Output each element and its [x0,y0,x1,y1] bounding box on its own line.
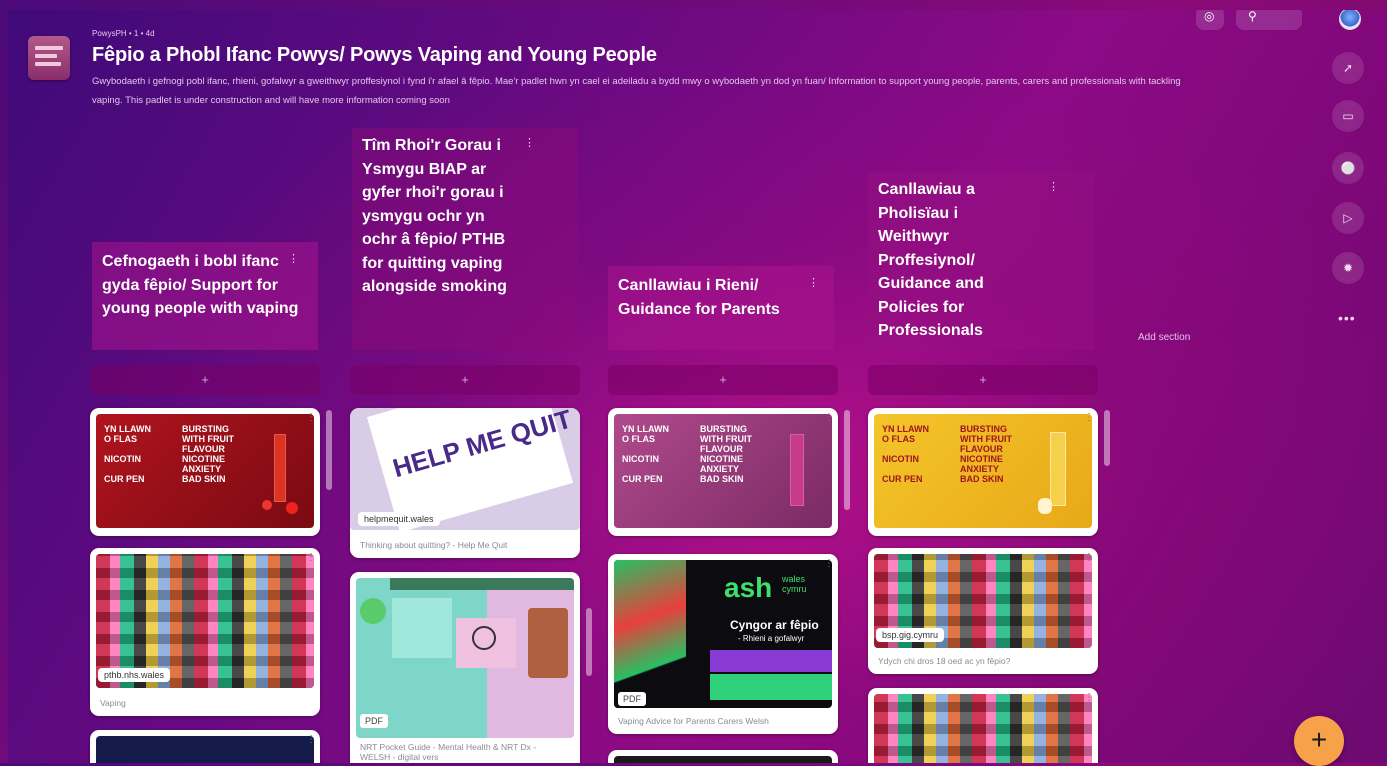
column-scrollbar[interactable] [844,410,850,510]
add-post-button[interactable]: + [608,365,838,395]
section-menu-icon[interactable]: ⋮ [808,272,819,296]
post-card[interactable]: ⋮ [90,730,320,763]
section-header-1[interactable]: Cefnogaeth i bobl ifanc gyda fêpio/ Supp… [92,242,318,350]
board-meta: PowysPH • 1 • 4d [92,29,155,38]
settings-button[interactable]: ✹ [1332,252,1364,284]
avatar[interactable] [1339,10,1361,30]
slideshow-icon: ▭ [1342,109,1354,123]
section-title: Tîm Rhoi'r Gorau i Ysmygu BIAP ar gyfer … [362,137,507,295]
post-file-type: PDF [618,692,646,706]
more-options[interactable]: ••• [1338,310,1356,326]
section-title: Canllawiau a Pholisïau i Weithwyr Proffe… [878,181,984,339]
post-card[interactable]: YN LLAWN O FLAS NICOTIN CUR PEN BURSTING… [868,408,1098,536]
post-image: ash wales cymru Cyngor ar fêpio - Rhieni… [614,560,832,708]
post-menu-icon[interactable]: ⋮ [306,734,316,745]
section-header-4[interactable]: Canllawiau a Pholisïau i Weithwyr Proffe… [868,172,1094,350]
search-button[interactable]: ⚲ [1236,10,1302,30]
column-scrollbar[interactable] [1104,410,1110,466]
board-description: Gwybodaeth i gefnogi pobl ifanc, rhieni,… [92,76,1181,106]
post-link-domain[interactable]: helpmequit.wales [358,512,440,526]
post-card[interactable]: ash wales cymru Cyngor ar fêpio - Rhieni… [608,554,838,734]
share-icon: ➚ [1342,61,1354,75]
settings-icon: ✹ [1342,261,1354,275]
bell-icon: ⚪ [1340,161,1356,175]
search-icon: ⚲ [1248,10,1257,23]
globe-button[interactable]: ◎ [1196,10,1224,30]
post-menu-icon[interactable]: ⋮ [824,412,834,423]
post-menu-icon[interactable]: ⋮ [824,558,834,569]
section-menu-icon[interactable]: ⋮ [288,248,299,272]
section-title: Cefnogaeth i bobl ifanc gyda fêpio/ Supp… [102,253,299,317]
add-post-fab[interactable]: + [1294,716,1344,766]
board-title: Fêpio a Phobl Ifanc Powys/ Powys Vaping … [92,44,657,66]
add-section-button[interactable]: Add section [1138,332,1190,343]
section-header-2[interactable]: Tîm Rhoi'r Gorau i Ysmygu BIAP ar gyfer … [352,128,578,350]
add-post-button[interactable]: + [868,365,1098,395]
post-caption: NRT Pocket Guide - Mental Health & NRT D… [360,742,537,762]
post-menu-icon[interactable]: ⋮ [1084,412,1094,423]
post-menu-icon[interactable]: ⋮ [1084,552,1094,563]
globe-icon: ◎ [1204,10,1215,23]
post-image [614,756,832,763]
add-post-button[interactable]: + [350,365,580,395]
post-card[interactable] [608,750,838,763]
post-image [96,736,314,763]
share-button[interactable]: ➚ [1332,52,1364,84]
add-post-button[interactable]: + [90,365,320,395]
post-caption: Thinking about quitting? - Help Me Quit [360,540,508,550]
post-caption: Vaping Advice for Parents Carers Welsh [618,716,769,726]
section-menu-icon[interactable]: ⋮ [524,132,535,156]
post-link-domain[interactable]: bsp.gig.cymru [876,628,945,642]
section-menu-icon[interactable]: ⋮ [1048,176,1059,200]
post-card[interactable]: bsp.gig.cymru Ydych chi dros 18 oed ac y… [868,548,1098,674]
section-header-3[interactable]: Canllawiau i Rieni/ Guidance for Parents… [608,266,834,350]
post-image [356,578,574,738]
post-file-type: PDF [360,714,388,728]
post-card[interactable]: YN LLAWN O FLAS NICOTIN CUR PEN BURSTING… [90,408,320,536]
column-scrollbar[interactable] [326,410,332,490]
notifications-button[interactable]: ⚪ [1332,152,1364,184]
post-menu-icon[interactable]: ⋮ [306,552,316,563]
column-scrollbar[interactable] [586,608,592,676]
play-button[interactable]: ▷ [1332,202,1364,234]
post-caption: Vaping [100,698,126,708]
post-card[interactable]: ⋮ [868,688,1098,763]
post-menu-icon[interactable]: ⋮ [306,412,316,423]
post-image: YN LLAWN O FLAS NICOTIN CUR PEN BURSTING… [96,414,314,528]
post-card[interactable]: HELP ME QUIT helpmequit.wales Thinking a… [350,408,580,558]
post-menu-icon[interactable]: ⋮ [1084,692,1094,703]
post-image [874,694,1092,763]
post-caption: Ydych chi dros 18 oed ac yn fêpio? [878,656,1011,666]
post-card[interactable]: pthb.nhs.wales Vaping ⋮ [90,548,320,716]
play-icon: ▷ [1343,211,1353,225]
post-image: YN LLAWN O FLAS NICOTIN CUR PEN BURSTING… [614,414,832,528]
slideshow-button[interactable]: ▭ [1332,100,1364,132]
section-title: Canllawiau i Rieni/ Guidance for Parents [618,277,780,318]
padlet-board: PowysPH • 1 • 4d Fêpio a Phobl Ifanc Pow… [8,10,1387,763]
padlet-logo[interactable] [28,36,70,80]
post-link-domain[interactable]: pthb.nhs.wales [98,668,171,682]
post-card[interactable]: PDF NRT Pocket Guide - Mental Health & N… [350,572,580,763]
post-image: YN LLAWN O FLAS NICOTIN CUR PEN BURSTING… [874,414,1092,528]
post-card[interactable]: YN LLAWN O FLAS NICOTIN CUR PEN BURSTING… [608,408,838,536]
